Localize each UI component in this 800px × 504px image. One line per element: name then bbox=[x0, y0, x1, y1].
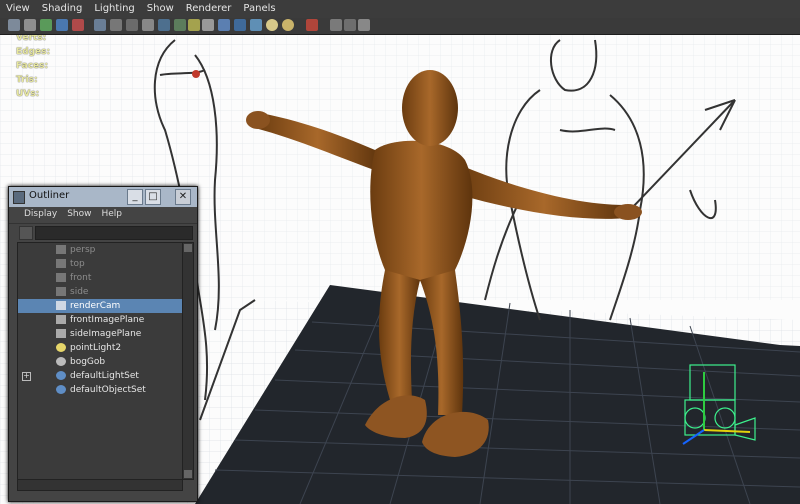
2d-pan-icon[interactable] bbox=[72, 19, 84, 31]
hud-edges: Edges: bbox=[16, 47, 51, 57]
outliner-item-label: renderCam bbox=[70, 301, 121, 311]
outliner-item-label: defaultLightSet bbox=[70, 371, 139, 381]
outliner-window-icon bbox=[13, 191, 25, 204]
outliner-item-top[interactable]: top bbox=[18, 257, 182, 271]
outliner-menubar: Display Show Help bbox=[9, 207, 197, 224]
outliner-item-label: persp bbox=[70, 245, 96, 255]
outliner-titlebar[interactable]: Outliner _ □ ✕ bbox=[9, 187, 197, 207]
outliner-item-label: front bbox=[70, 273, 92, 283]
menu-panels[interactable]: Panels bbox=[237, 0, 281, 18]
outliner-menu-display[interactable]: Display bbox=[19, 207, 62, 223]
hud-tris: Tris: bbox=[16, 75, 38, 85]
outliner-item-defaultobjectset[interactable]: defaultObjectSet bbox=[18, 383, 182, 397]
wireframe-on-shaded-icon[interactable] bbox=[234, 19, 246, 31]
isolate-select-icon[interactable] bbox=[306, 19, 318, 31]
camera-icon bbox=[56, 315, 66, 324]
outliner-item-label: bogGob bbox=[70, 357, 106, 367]
camera-icon bbox=[56, 329, 66, 338]
poly-count-hud: Verts: Edges: Faces: Tris: UVs: bbox=[16, 35, 50, 101]
outliner-item-label: frontImagePlane bbox=[70, 315, 145, 325]
wireframe-icon[interactable] bbox=[202, 19, 214, 31]
safe-title-icon[interactable] bbox=[188, 19, 200, 31]
outliner-menu-help[interactable]: Help bbox=[96, 207, 127, 223]
outliner-item-sideimageplane[interactable]: sideImagePlane bbox=[18, 327, 182, 341]
camera-icon bbox=[56, 245, 66, 254]
resolution-gate-icon[interactable] bbox=[126, 19, 138, 31]
set-icon bbox=[56, 371, 66, 380]
outliner-list: persp top front side renderCam frontImag… bbox=[17, 242, 183, 480]
menu-view[interactable]: View bbox=[0, 0, 36, 18]
gate-mask-icon[interactable] bbox=[142, 19, 154, 31]
hud-uvs: UVs: bbox=[16, 89, 40, 99]
outliner-search-input[interactable] bbox=[35, 226, 193, 240]
scroll-up-arrow-icon[interactable] bbox=[184, 244, 192, 252]
maximize-button[interactable]: □ bbox=[145, 189, 161, 205]
outliner-item-label: sideImagePlane bbox=[70, 329, 142, 339]
expand-plus-icon[interactable]: + bbox=[22, 372, 31, 381]
outliner-window: Outliner _ □ ✕ Display Show Help persp t… bbox=[8, 186, 198, 502]
shadows-icon[interactable] bbox=[282, 19, 294, 31]
hud-verts: Verts: bbox=[16, 35, 47, 43]
xray-icon[interactable] bbox=[330, 19, 342, 31]
smooth-shade-icon[interactable] bbox=[218, 19, 230, 31]
outliner-item-label: pointLight2 bbox=[70, 343, 122, 353]
minimize-button[interactable]: _ bbox=[127, 189, 143, 205]
outliner-item-persp[interactable]: persp bbox=[18, 243, 182, 257]
camera-icon bbox=[56, 259, 66, 268]
outliner-title: Outliner bbox=[29, 190, 70, 201]
menu-lighting[interactable]: Lighting bbox=[88, 0, 140, 18]
select-camera-icon[interactable] bbox=[8, 19, 20, 31]
viewport-toolbar bbox=[0, 18, 800, 35]
outliner-item-side[interactable]: side bbox=[18, 285, 182, 299]
safe-action-icon[interactable] bbox=[174, 19, 186, 31]
outliner-item-rendercam[interactable]: renderCam bbox=[18, 299, 182, 313]
bookmark-icon[interactable] bbox=[40, 19, 52, 31]
lock-camera-icon[interactable] bbox=[24, 19, 36, 31]
outliner-vertical-scrollbar[interactable] bbox=[182, 242, 194, 480]
image-plane-icon[interactable] bbox=[56, 19, 68, 31]
outliner-item-pointlight2[interactable]: pointLight2 bbox=[18, 341, 182, 355]
menu-shading[interactable]: Shading bbox=[36, 0, 89, 18]
camera-icon bbox=[56, 287, 66, 296]
camera-icon bbox=[56, 301, 66, 310]
outliner-item-boggob[interactable]: bogGob bbox=[18, 355, 182, 369]
outliner-menu-show[interactable]: Show bbox=[62, 207, 96, 223]
outliner-item-label: side bbox=[70, 287, 89, 297]
outliner-item-front[interactable]: front bbox=[18, 271, 182, 285]
share-icon[interactable] bbox=[358, 19, 370, 31]
menu-renderer[interactable]: Renderer bbox=[180, 0, 238, 18]
set-icon bbox=[56, 385, 66, 394]
hud-faces: Faces: bbox=[16, 61, 49, 71]
grid-icon[interactable] bbox=[94, 19, 106, 31]
outliner-item-label: defaultObjectSet bbox=[70, 385, 146, 395]
textured-icon[interactable] bbox=[250, 19, 262, 31]
xray-joints-icon[interactable] bbox=[344, 19, 356, 31]
outliner-item-defaultlightset[interactable]: + defaultLightSet bbox=[18, 369, 182, 383]
joint-icon bbox=[56, 357, 66, 366]
use-all-lights-icon[interactable] bbox=[266, 19, 278, 31]
menu-show[interactable]: Show bbox=[141, 0, 180, 18]
film-gate-icon[interactable] bbox=[110, 19, 122, 31]
search-icon[interactable] bbox=[19, 226, 33, 240]
viewport-menubar: View Shading Lighting Show Renderer Pane… bbox=[0, 0, 800, 19]
close-button[interactable]: ✕ bbox=[175, 189, 191, 205]
back-image-plane bbox=[250, 35, 800, 300]
outliner-horizontal-scrollbar[interactable] bbox=[17, 479, 183, 491]
outliner-item-label: top bbox=[70, 259, 85, 269]
light-icon bbox=[56, 343, 66, 352]
outliner-item-frontimageplane[interactable]: frontImagePlane bbox=[18, 313, 182, 327]
camera-icon bbox=[56, 273, 66, 282]
field-chart-icon[interactable] bbox=[158, 19, 170, 31]
scroll-down-arrow-icon[interactable] bbox=[184, 470, 192, 478]
